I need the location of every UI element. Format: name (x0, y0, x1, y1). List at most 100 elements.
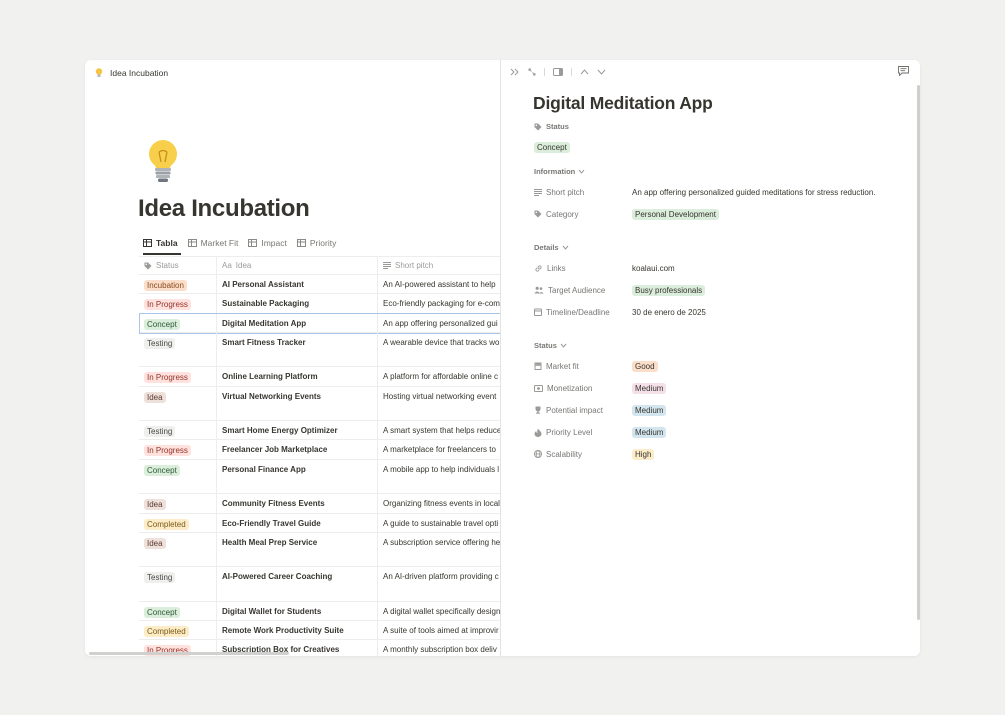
table-row[interactable]: Testing AI-Powered Career Coaching An AI-d… (139, 567, 500, 602)
chevron-up-icon[interactable] (580, 69, 589, 75)
table-row[interactable]: Idea Virtual Networking Events Hosting vir… (139, 386, 500, 422)
text-lines-icon (534, 188, 542, 196)
property-name: Scalability (546, 449, 583, 459)
pitch-cell[interactable]: An AI-driven platform providing c (378, 567, 500, 601)
pitch-cell[interactable]: A digital wallet specifically design (378, 602, 500, 620)
table-row[interactable]: In Progress Freelancer Job Marketplace A m… (139, 440, 500, 460)
property-priority-level[interactable]: Priority Level Medium (534, 425, 667, 439)
idea-cell[interactable]: Sustainable Packaging (217, 294, 378, 313)
table-icon (143, 239, 152, 247)
pitch-cell[interactable]: A guide to sustainable travel opti (378, 514, 500, 532)
idea-cell[interactable]: Online Learning Platform (217, 367, 378, 386)
pitch-cell[interactable]: A monthly subscription box deliv (378, 640, 500, 656)
idea-cell[interactable]: Remote Work Productivity Suite (217, 621, 378, 640)
status-cell[interactable]: Idea (139, 494, 217, 513)
horizontal-scrollbar[interactable] (89, 652, 289, 655)
record-title[interactable]: Digital Meditation App (533, 93, 713, 114)
table-row[interactable]: Idea Community Fitness Events Organizing f… (139, 494, 500, 514)
lightbulb-page-icon[interactable] (143, 138, 183, 186)
table-row[interactable]: Idea Health Meal Prep Service A subscripti… (139, 532, 500, 568)
pitch-cell[interactable]: A mobile app to help individuals l (378, 460, 500, 494)
details-section-toggle[interactable]: Details (534, 243, 569, 252)
idea-cell[interactable]: Digital Meditation App (217, 313, 378, 332)
pitch-cell[interactable]: A platform for affordable online c (378, 367, 500, 385)
status-cell[interactable]: In Progress (139, 294, 217, 313)
table-row[interactable]: In Progress Sustainable Packaging Eco-frie… (139, 294, 500, 314)
property-short-pitch[interactable]: Short pitch An app offering personalized… (534, 185, 876, 199)
table-row[interactable]: Testing Smart Fitness Tracker A wearable d… (139, 332, 500, 368)
idea-cell[interactable]: AI Personal Assistant (217, 275, 378, 294)
table-row[interactable]: Testing Smart Home Energy Optimizer A smar… (139, 421, 500, 441)
tab-market-fit[interactable]: Market Fit (187, 238, 238, 248)
pitch-cell[interactable]: A marketplace for freelancers to (378, 440, 500, 458)
table-row[interactable]: Completed Remote Work Productivity Suite A… (139, 621, 500, 641)
pitch-cell[interactable]: Eco-friendly packaging for e-com (378, 294, 500, 312)
table-row[interactable]: Incubation AI Personal Assistant An AI-pow… (139, 275, 500, 295)
column-header-idea[interactable]: Aa Idea (217, 257, 378, 274)
links-value[interactable]: koalaui.com (632, 264, 675, 273)
side-peek-mode-icon[interactable] (553, 68, 563, 76)
status-cell[interactable]: Testing (139, 567, 217, 601)
pitch-cell[interactable]: A subscription service offering he (378, 533, 500, 567)
status-section-toggle[interactable]: Status (534, 341, 567, 350)
property-category[interactable]: Category Personal Development (534, 207, 719, 221)
property-target-audience[interactable]: Target Audience Busy professionals (534, 283, 706, 297)
status-cell[interactable]: Concept (139, 459, 217, 494)
money-icon (534, 384, 543, 392)
status-cell[interactable]: Idea (139, 386, 217, 421)
property-monetization[interactable]: Monetization Medium (534, 381, 667, 395)
expand-icon[interactable] (528, 68, 536, 76)
idea-cell[interactable]: Smart Fitness Tracker (217, 332, 378, 367)
pitch-cell[interactable]: An AI-powered assistant to help (378, 275, 500, 293)
information-section-toggle[interactable]: Information (534, 167, 585, 176)
column-header-short-pitch[interactable]: Short pitch (378, 257, 500, 274)
status-cell[interactable]: Testing (139, 421, 217, 440)
tab-impact[interactable]: Impact (248, 238, 287, 248)
property-potential-impact[interactable]: Potential impact Medium (534, 403, 667, 417)
vertical-scrollbar[interactable] (917, 85, 920, 620)
table-row[interactable]: Concept Digital Wallet for Students A digi… (139, 601, 500, 622)
comment-icon[interactable] (898, 66, 909, 76)
idea-cell[interactable]: Community Fitness Events (217, 494, 378, 513)
property-market-fit[interactable]: Market fit Good (534, 359, 658, 373)
column-header-status[interactable]: Status (139, 257, 217, 274)
property-links[interactable]: Links koalaui.com (534, 261, 675, 275)
breadcrumb[interactable]: Idea Incubation (95, 66, 168, 80)
chevron-down-icon[interactable] (597, 69, 606, 75)
tab-tabla[interactable]: Tabla (143, 238, 178, 248)
table-row[interactable]: Concept Digital Meditation App An app offe… (139, 312, 500, 334)
status-cell[interactable]: Completed (139, 621, 217, 640)
tab-priority[interactable]: Priority (296, 238, 336, 248)
property-timeline[interactable]: Timeline/Deadline 30 de enero de 2025 (534, 305, 706, 319)
text-type-icon: Aa (222, 261, 232, 270)
status-cell[interactable]: In Progress (139, 367, 217, 386)
pitch-cell[interactable]: An app offering personalized gui (378, 314, 500, 332)
pitch-cell[interactable]: A suite of tools aimed at improvir (378, 621, 500, 639)
table-row[interactable]: Completed Eco-Friendly Travel Guide A guid… (139, 513, 500, 533)
idea-cell[interactable]: AI-Powered Career Coaching (217, 567, 378, 601)
table-row[interactable]: Concept Personal Finance App A mobile app … (139, 459, 500, 495)
idea-cell[interactable]: Eco-Friendly Travel Guide (217, 513, 378, 532)
status-cell[interactable]: Concept (139, 313, 217, 332)
idea-cell[interactable]: Digital Wallet for Students (217, 601, 378, 621)
close-peek-icon[interactable] (510, 68, 520, 76)
status-cell[interactable]: In Progress (139, 440, 217, 459)
pitch-cell[interactable]: A smart system that helps reduce (378, 421, 500, 439)
idea-cell[interactable]: Health Meal Prep Service (217, 532, 378, 567)
pitch-cell[interactable]: Hosting virtual networking event (378, 387, 500, 421)
status-cell[interactable]: Idea (139, 532, 217, 567)
idea-cell[interactable]: Personal Finance App (217, 459, 378, 494)
table-row[interactable]: In Progress Online Learning Platform A pla… (139, 367, 500, 387)
idea-cell[interactable]: Smart Home Energy Optimizer (217, 421, 378, 440)
status-cell[interactable]: Concept (139, 601, 217, 621)
pitch-cell[interactable]: A wearable device that tracks wo (378, 333, 500, 367)
status-cell[interactable]: Incubation (139, 275, 217, 294)
idea-cell[interactable]: Freelancer Job Marketplace (217, 440, 378, 459)
pitch-cell[interactable]: Organizing fitness events in local (378, 494, 500, 512)
status-value[interactable]: Concept (534, 137, 570, 155)
status-cell[interactable]: Completed (139, 513, 217, 532)
status-cell[interactable]: Testing (139, 332, 217, 367)
property-scalability[interactable]: Scalability High (534, 447, 655, 461)
column-label: Idea (235, 261, 252, 270)
idea-cell[interactable]: Virtual Networking Events (217, 386, 378, 421)
